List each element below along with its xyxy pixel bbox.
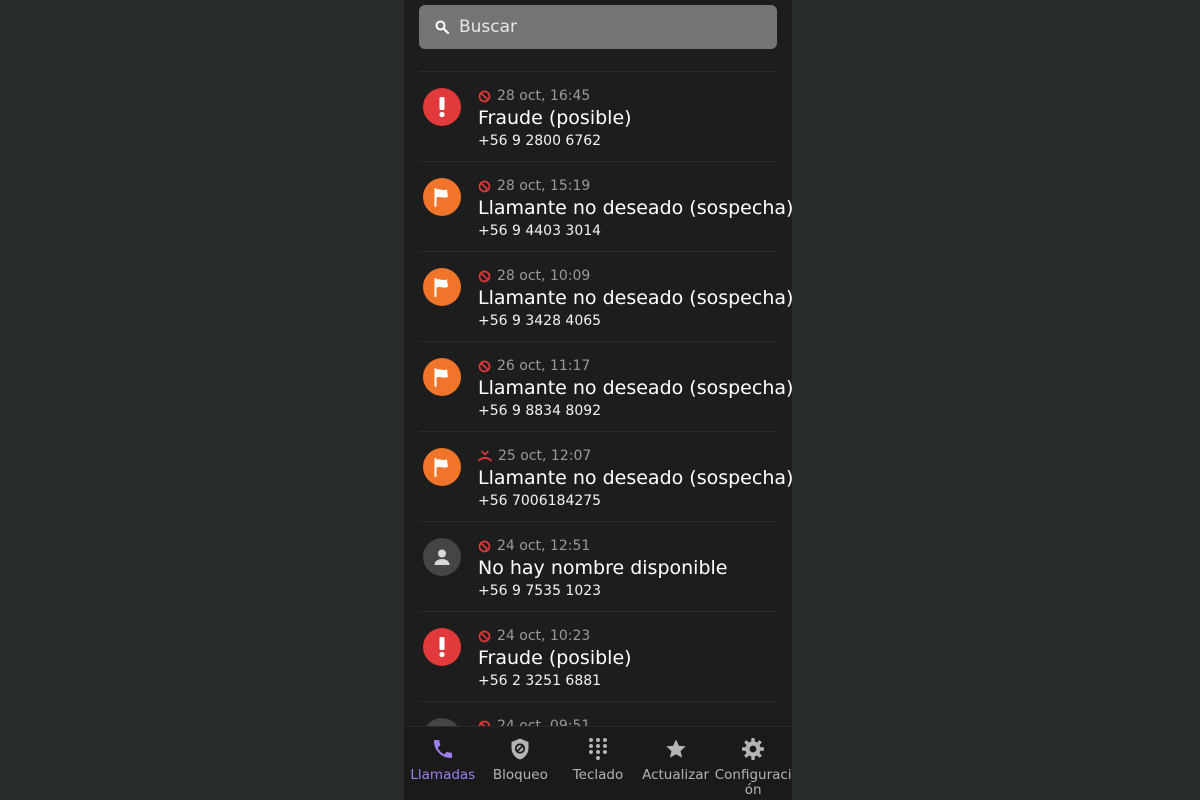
call-date: 25 oct, 12:07: [498, 448, 592, 464]
tab-label: Actualizar: [642, 767, 710, 783]
caller-avatar: [423, 628, 461, 666]
call-log-item[interactable]: 24 oct, 10:23 Fraude (posible) +56 2 3251 …: [404, 612, 792, 702]
caller-number: +56 9 3428 4065: [478, 313, 602, 329]
call-meta: 24 oct, 10:23: [478, 628, 590, 644]
caller-name: Fraude (posible): [478, 647, 632, 669]
call-meta: 26 oct, 11:17: [478, 358, 590, 374]
call-meta: 25 oct, 12:07: [478, 448, 591, 464]
call-log-item[interactable]: 24 oct, 12:51 No hay nombre disponible +56…: [404, 522, 792, 612]
caller-avatar: [423, 88, 461, 126]
shield-block-icon: [511, 738, 529, 760]
call-log-item[interactable]: 28 oct, 16:45 Fraude (posible) +56 9 2800 …: [404, 72, 792, 162]
caller-avatar: [423, 178, 461, 216]
tab-llamadas[interactable]: Llamadas: [404, 727, 482, 800]
blocked-icon: [478, 180, 491, 192]
caller-name: Llamante no deseado (sospecha): [478, 197, 792, 219]
person-icon: [434, 549, 450, 565]
call-log-item[interactable]: 26 oct, 11:17 Llamante no deseado (sospec…: [404, 342, 792, 432]
call-meta: 28 oct, 10:09: [478, 268, 590, 284]
caller-avatar: [423, 358, 461, 396]
warning-icon: [439, 97, 445, 118]
flag-icon: [434, 368, 448, 387]
blocked-icon: [478, 90, 491, 102]
blocked-icon: [478, 360, 491, 372]
flag-icon: [434, 278, 448, 297]
caller-number: +56 9 4403 3014: [478, 223, 602, 239]
warning-icon: [439, 637, 445, 658]
call-meta: 28 oct, 15:19: [478, 178, 590, 194]
call-date: 24 oct, 12:51: [497, 538, 591, 554]
caller-name: No hay nombre disponible: [478, 557, 728, 579]
phone-icon: [433, 740, 452, 758]
call-log-item[interactable]: 28 oct, 10:09 Llamante no deseado (sospec…: [404, 252, 792, 342]
call-date: 28 oct, 10:09: [497, 268, 591, 284]
caller-number: +56 7006184275: [478, 493, 602, 509]
caller-number: +56 9 2800 6762: [478, 133, 602, 149]
caller-number: +56 2 3251 6881: [478, 673, 602, 689]
caller-avatar: [423, 448, 461, 486]
call-log-item[interactable]: 28 oct, 15:19 Llamante no deseado (sospec…: [404, 162, 792, 252]
call-date: 28 oct, 16:45: [497, 88, 591, 104]
caller-avatar: [423, 268, 461, 306]
caller-avatar: [423, 538, 461, 576]
bottom-navigation: Llamadas Bloqueo Teclado Actualizar Conf…: [404, 726, 792, 800]
flag-icon: [434, 458, 448, 477]
gear-icon: [742, 738, 765, 760]
call-meta: 28 oct, 16:45: [478, 88, 590, 104]
blocked-icon: [478, 540, 491, 552]
call-date: 28 oct, 15:19: [497, 178, 591, 194]
tab-label: Llamadas: [410, 767, 476, 783]
star-icon: [665, 739, 686, 758]
caller-name: Llamante no deseado (sospecha): [478, 377, 792, 399]
tab-bloqueo[interactable]: Bloqueo: [482, 727, 560, 800]
tab-label: Configuración: [714, 767, 792, 798]
tab-configuracion[interactable]: Configuración: [714, 727, 792, 800]
caller-name: Llamante no deseado (sospecha): [478, 467, 792, 489]
caller-name: Fraude (posible): [478, 107, 632, 129]
tab-actualizar[interactable]: Actualizar: [637, 727, 715, 800]
call-list: 28 oct, 16:45 Fraude (posible) +56 9 2800 …: [404, 72, 792, 792]
search-icon: [435, 20, 449, 34]
call-date: 26 oct, 11:17: [497, 358, 591, 374]
phone-screen: 28 oct, 16:45 Fraude (posible) +56 9 2800 …: [404, 0, 792, 800]
caller-number: +56 9 8834 8092: [478, 403, 602, 419]
tab-label: Teclado: [572, 767, 624, 783]
dialpad-icon: [588, 738, 607, 760]
blocked-icon: [478, 630, 491, 642]
blocked-icon: [478, 270, 491, 282]
flag-icon: [434, 188, 448, 207]
search-bar[interactable]: [419, 5, 777, 49]
caller-number: +56 9 7535 1023: [478, 583, 602, 599]
tab-label: Bloqueo: [492, 767, 548, 783]
call-log-item[interactable]: 25 oct, 12:07 Llamante no deseado (sospec…: [404, 432, 792, 522]
search-input[interactable]: [459, 17, 749, 37]
missed-call-icon: [478, 450, 492, 461]
call-meta: 24 oct, 12:51: [478, 538, 590, 554]
call-date: 24 oct, 10:23: [497, 628, 591, 644]
tab-teclado[interactable]: Teclado: [559, 727, 637, 800]
caller-name: Llamante no deseado (sospecha): [478, 287, 792, 309]
